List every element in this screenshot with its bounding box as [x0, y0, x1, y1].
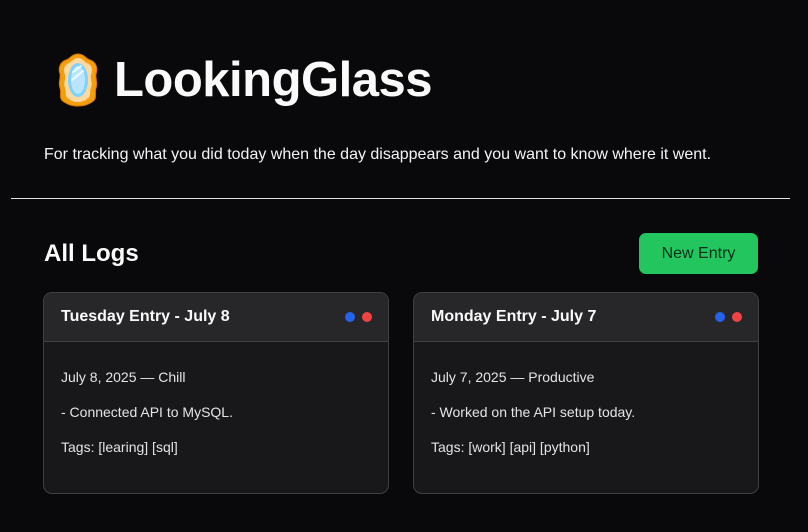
entry-summary: - Worked on the API setup today. — [431, 404, 636, 420]
entry-date-mood: July 7, 2025 — Productive — [431, 369, 595, 385]
entry-summary: - Connected API to MySQL. — [61, 404, 233, 420]
log-card[interactable]: Tuesday Entry - July 8 July 8, 2025 — Ch… — [43, 292, 389, 494]
app-title: LookingGlass — [114, 52, 433, 107]
card-body: July 8, 2025 — Chill - Connected API to … — [44, 342, 388, 456]
card-actions — [345, 312, 372, 322]
entry-tags: Tags: [learing] [sql] — [61, 439, 178, 455]
header-divider — [11, 198, 790, 199]
entry-date-mood: July 8, 2025 — Chill — [61, 369, 186, 385]
card-title: Monday Entry - July 7 — [431, 308, 597, 325]
card-body: July 7, 2025 — Productive - Worked on th… — [414, 342, 758, 456]
blue-dot-icon[interactable] — [345, 312, 355, 322]
page: LookingGlass For tracking what you did t… — [0, 0, 808, 532]
entry-tags: Tags: [work] [api] [python] — [431, 439, 590, 455]
card-header: Monday Entry - July 7 — [414, 293, 758, 342]
card-header: Tuesday Entry - July 8 — [44, 293, 388, 342]
logs-heading: All Logs — [44, 240, 139, 267]
log-card[interactable]: Monday Entry - July 7 July 7, 2025 — Pro… — [413, 292, 759, 494]
new-entry-button[interactable]: New Entry — [639, 233, 758, 274]
card-actions — [715, 312, 742, 322]
red-dot-icon[interactable] — [732, 312, 742, 322]
mirror-icon — [58, 53, 98, 107]
app-tagline: For tracking what you did today when the… — [44, 146, 712, 163]
blue-dot-icon[interactable] — [715, 312, 725, 322]
red-dot-icon[interactable] — [362, 312, 372, 322]
card-title: Tuesday Entry - July 8 — [61, 308, 230, 325]
app-header: LookingGlass — [56, 52, 433, 108]
